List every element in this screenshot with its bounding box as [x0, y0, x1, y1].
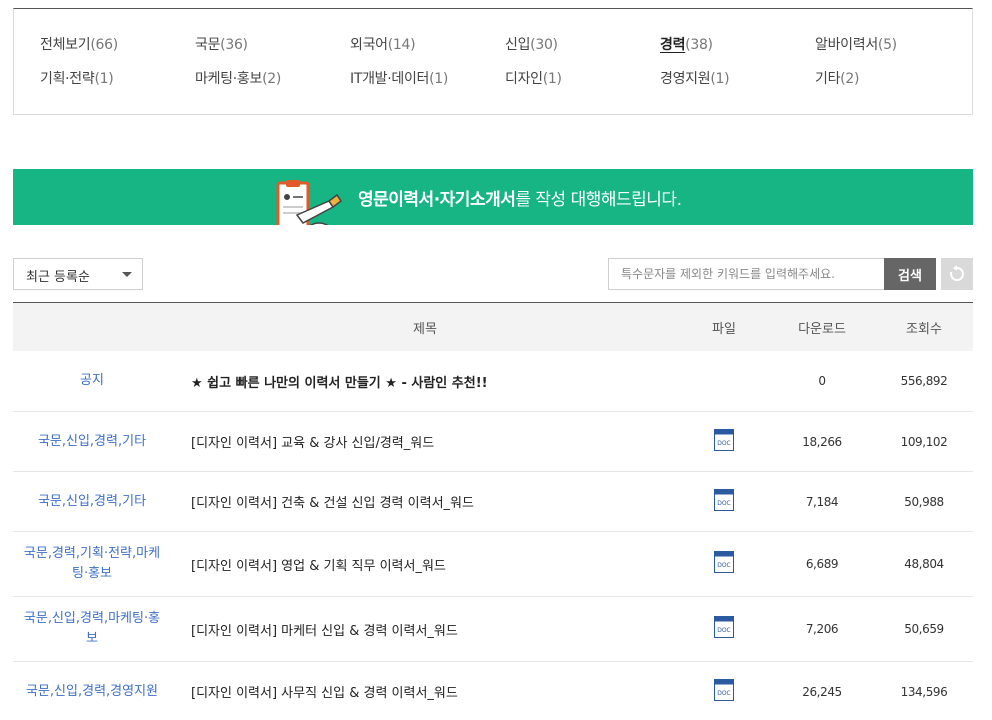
doc-file-icon[interactable]: DOC	[714, 551, 734, 573]
row-views: 109,102	[900, 434, 948, 449]
svg-text:DOC: DOC	[717, 500, 731, 507]
banner-text: 영문이력서·자기소개서를 작성 대행해드립니다.	[358, 190, 682, 210]
category-grid: 전체보기(66) 국문(36) 외국어(14) 신입(30) 경력(38) 알바…	[40, 34, 970, 102]
row-downloads: 7,184	[805, 494, 839, 509]
doc-file-icon[interactable]: DOC	[714, 616, 734, 638]
row-title[interactable]: ★ 쉽고 빠른 나만의 이력서 만들기 ★ - 사람인 추천!!	[171, 372, 679, 391]
row-title[interactable]: [디자인 이력서] 마케터 신입 & 경력 이력서_워드	[171, 620, 679, 639]
row-category[interactable]: 국문,경력,기획·전략,마케팅·홍보	[13, 544, 171, 584]
row-downloads: 0	[818, 374, 826, 388]
row-downloads: 18,266	[802, 434, 842, 449]
clipboard-pen-icon	[276, 180, 343, 225]
row-downloads: 7,206	[805, 622, 839, 636]
row-downloads: 6,689	[805, 557, 839, 571]
doc-file-icon[interactable]: DOC	[714, 678, 734, 701]
category-item[interactable]: 디자인(1)	[505, 68, 660, 102]
row-title[interactable]: [디자인 이력서] 영업 & 기획 직무 이력서_워드	[171, 555, 679, 574]
row-file[interactable]: DOC	[679, 551, 769, 577]
refresh-icon	[950, 265, 965, 281]
sort-select-label: 최근 등록순	[26, 270, 90, 285]
row-file[interactable]: DOC	[679, 678, 769, 705]
category-item[interactable]: 경영지원(1)	[660, 68, 815, 102]
row-file[interactable]: DOC	[679, 488, 769, 515]
header-views: 조회수	[906, 321, 942, 337]
reset-button[interactable]	[941, 258, 973, 290]
svg-text:DOC: DOC	[717, 690, 731, 697]
category-filter-box: 전체보기(66) 국문(36) 외국어(14) 신입(30) 경력(38) 알바…	[13, 8, 973, 115]
row-category[interactable]: 국문,신입,경력,마케팅·홍보	[13, 609, 171, 649]
row-views: 50,659	[904, 622, 944, 636]
promo-banner[interactable]: 영문이력서·자기소개서를 작성 대행해드립니다.	[13, 169, 973, 225]
row-category[interactable]: 국문,신입,경력,경영지원	[13, 682, 171, 702]
table-header: 제목 파일 다운로드 조회수	[13, 303, 973, 351]
row-views: 556,892	[900, 374, 948, 388]
table-row[interactable]: 국문,신입,경력,기타 [디자인 이력서] 교육 & 강사 신입/경력_워드 D…	[13, 412, 973, 472]
search-input[interactable]	[608, 258, 885, 290]
category-item[interactable]: 기타(2)	[815, 68, 970, 102]
svg-text:DOC: DOC	[717, 562, 731, 569]
svg-text:DOC: DOC	[717, 440, 731, 447]
row-title[interactable]: [디자인 이력서] 건축 & 건설 신입 경력 이력서_워드	[171, 492, 679, 511]
category-item[interactable]: 전체보기(66)	[40, 34, 195, 68]
category-item[interactable]: 국문(36)	[195, 34, 350, 68]
row-views: 50,988	[904, 494, 944, 509]
table-row[interactable]: 국문,신입,경력,마케팅·홍보 [디자인 이력서] 마케터 신입 & 경력 이력…	[13, 597, 973, 662]
row-file[interactable]: DOC	[679, 428, 769, 455]
resume-table: 제목 파일 다운로드 조회수 공지 ★ 쉽고 빠른 나만의 이력서 만들기 ★ …	[13, 302, 973, 720]
row-views: 48,804	[904, 557, 944, 571]
category-item[interactable]: 마케팅·홍보(2)	[195, 68, 350, 102]
row-title[interactable]: [디자인 이력서] 교육 & 강사 신입/경력_워드	[171, 432, 679, 451]
category-item[interactable]: 신입(30)	[505, 34, 660, 68]
doc-file-icon[interactable]: DOC	[714, 428, 734, 451]
row-category[interactable]: 공지	[13, 371, 171, 391]
header-file: 파일	[712, 321, 736, 337]
row-file[interactable]: DOC	[679, 616, 769, 642]
row-title[interactable]: [디자인 이력서] 사무직 신입 & 경력 이력서_워드	[171, 682, 679, 701]
row-downloads: 26,245	[802, 684, 842, 699]
header-title: 제목	[413, 321, 437, 337]
category-item[interactable]: 기획·전략(1)	[40, 68, 195, 102]
category-item[interactable]: 외국어(14)	[350, 34, 505, 68]
svg-text:DOC: DOC	[717, 627, 731, 634]
table-row[interactable]: 국문,경력,기획·전략,마케팅·홍보 [디자인 이력서] 영업 & 기획 직무 …	[13, 532, 973, 597]
chevron-down-icon	[122, 272, 132, 277]
doc-file-icon[interactable]: DOC	[714, 488, 734, 511]
category-item-active[interactable]: 경력(38)	[660, 34, 815, 68]
row-category[interactable]: 국문,신입,경력,기타	[13, 432, 171, 452]
row-views: 134,596	[900, 684, 948, 699]
header-downloads: 다운로드	[798, 321, 846, 337]
table-row-notice[interactable]: 공지 ★ 쉽고 빠른 나만의 이력서 만들기 ★ - 사람인 추천!! 0 55…	[13, 351, 973, 412]
sort-select[interactable]: 최근 등록순	[13, 258, 143, 290]
search-button[interactable]: 검색	[884, 258, 936, 290]
row-category[interactable]: 국문,신입,경력,기타	[13, 492, 171, 512]
table-row[interactable]: 국문,신입,경력,경영지원 [디자인 이력서] 사무직 신입 & 경력 이력서_…	[13, 662, 973, 720]
category-item[interactable]: 알바이력서(5)	[815, 34, 970, 68]
category-item[interactable]: IT개발·데이터(1)	[350, 68, 505, 102]
table-row[interactable]: 국문,신입,경력,기타 [디자인 이력서] 건축 & 건설 신입 경력 이력서_…	[13, 472, 973, 532]
